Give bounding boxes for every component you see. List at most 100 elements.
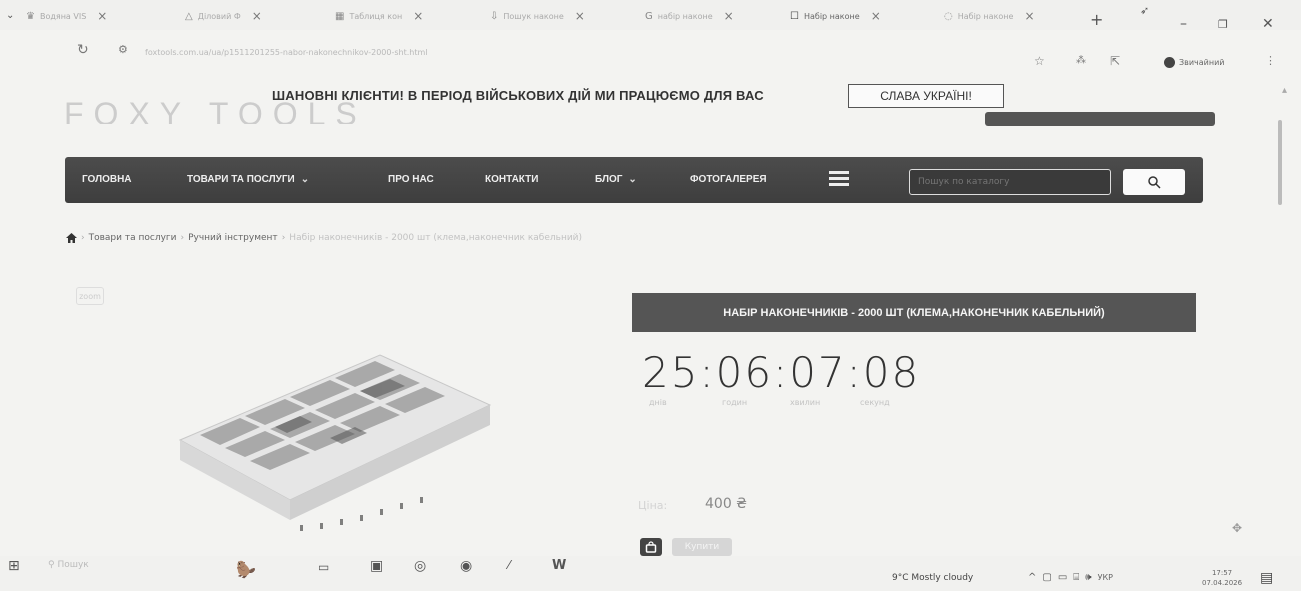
taskbar-search-label: Пошук <box>57 560 89 570</box>
weather-widget[interactable]: 9°C Mostly cloudy <box>892 573 973 583</box>
page-icon: ☐ <box>790 10 799 22</box>
browser-tab-bar: ⌄ ♛ Водяна VIS × △ Діловий Ф × ▦ Таблиця… <box>0 0 1301 32</box>
browser-tab[interactable]: G набір наконе × <box>645 6 734 26</box>
word-icon[interactable]: W <box>552 558 566 573</box>
countdown-label-hours: годин <box>722 398 748 407</box>
product-image[interactable] <box>160 345 500 535</box>
chevron-down-icon: ⌄ <box>300 174 310 185</box>
notification-icon[interactable]: ▤ <box>1260 570 1273 586</box>
header-decor-bar <box>985 112 1215 126</box>
tab-close-button[interactable]: × <box>871 9 881 23</box>
tab-close-button[interactable]: × <box>1024 9 1034 23</box>
browser-tab[interactable]: ⇩ Пошук наконе × <box>490 6 585 26</box>
countdown-label-seconds: секунд <box>860 398 890 407</box>
tab-close-button[interactable]: × <box>724 9 734 23</box>
tab-close-button[interactable]: × <box>97 9 107 23</box>
nav-item-products[interactable]: ТОВАРИ ТА ПОСЛУГИ ⌄ <box>187 174 309 185</box>
google-icon: G <box>645 10 653 22</box>
extension-icon[interactable]: ⁂ <box>1076 55 1086 66</box>
bookmark-star-icon[interactable]: ☆ <box>1034 54 1045 68</box>
reload-icon[interactable]: ↻ <box>77 42 89 58</box>
address-bar: ↻ ⚙ foxtools.com.ua/ua/p1511201255-nabor… <box>0 34 1301 70</box>
nav-item-blog[interactable]: БЛОГ ⌄ <box>595 174 637 185</box>
chrome-icon[interactable]: ◎ <box>414 558 426 574</box>
browser-tab[interactable]: △ Діловий Ф × <box>185 6 262 26</box>
system-tray: ^ ▢ ▭ ⌸ 🕪 УКР <box>1028 572 1113 583</box>
windows-start-icon[interactable]: ⊞ <box>8 558 20 574</box>
tab-close-button[interactable]: × <box>252 9 262 23</box>
menu-dots-icon[interactable]: ⋮ <box>1265 54 1276 67</box>
nav-item-contacts[interactable]: КОНТАКТИ <box>485 174 538 185</box>
tab-close-button[interactable]: × <box>413 9 423 23</box>
close-window-icon[interactable]: ✕ <box>1262 16 1274 32</box>
taskbar: ⊞ ⚲ Пошук 🦫 ▭ ▣ ◎ ◉ ⁄ W 9°C Mostly cloud… <box>0 556 1301 591</box>
breadcrumb: › Товари та послуги › Ручний інструмент … <box>66 233 582 243</box>
url-field[interactable]: foxtools.com.ua/ua/p1511201255-nabor-nak… <box>145 48 428 57</box>
network-icon[interactable]: ⌸ <box>1073 572 1079 583</box>
site-info-icon[interactable]: ⚙ <box>118 43 128 56</box>
chrome-profile-icon[interactable]: ◉ <box>460 558 472 574</box>
countdown-label-days: днів <box>649 398 667 407</box>
app-icon[interactable]: ⁄ <box>508 558 510 572</box>
minimize-icon[interactable]: – <box>1180 16 1187 32</box>
nav-item-gallery[interactable]: ФОТОГАЛЕРЕЯ <box>690 174 767 185</box>
breadcrumb-separator: › <box>81 233 85 243</box>
browser-tab[interactable]: ▦ Таблиця кон × <box>335 6 423 26</box>
browser-tab[interactable]: ◌ Набір наконе × <box>944 6 1035 26</box>
chevron-up-icon[interactable]: ^ <box>1028 572 1036 583</box>
chat-icon[interactable]: ✥ <box>1232 521 1242 535</box>
profile-button[interactable]: Звичайний <box>1164 57 1225 68</box>
clock[interactable]: 17:57 07.04.2026 <box>1202 568 1242 588</box>
slava-ukraini-button[interactable]: СЛАВА УКРАЇНІ! <box>848 84 1004 108</box>
download-icon: ⇩ <box>490 10 499 22</box>
countdown-timer: 25:06:07:08 <box>642 348 921 397</box>
volume-icon[interactable]: 🕪 <box>1085 572 1091 583</box>
beaver-app-icon[interactable]: 🦫 <box>236 560 256 579</box>
cursor-icon: ➶ <box>1140 4 1150 17</box>
browser-tab-active[interactable]: ☐ Набір наконе × <box>790 6 881 26</box>
tab-label: Діловий Ф <box>197 11 241 21</box>
breadcrumb-current: Набір наконечників - 2000 шт (клема,нако… <box>289 233 583 243</box>
tab-close-button[interactable]: × <box>575 9 585 23</box>
tab-label: Набір наконе <box>957 11 1014 21</box>
file-explorer-icon[interactable]: ▣ <box>370 558 383 574</box>
main-nav: ГОЛОВНА ТОВАРИ ТА ПОСЛУГИ ⌄ ПРО НАС КОНТА… <box>65 157 1203 203</box>
cart-icon[interactable] <box>640 538 662 556</box>
zoom-icon[interactable]: zoom <box>76 287 104 305</box>
tab-label: набір наконе <box>657 11 713 21</box>
task-view-icon[interactable]: ▭ <box>318 560 329 574</box>
loading-icon: ◌ <box>944 10 953 22</box>
battery-icon[interactable]: ▭ <box>1058 572 1067 583</box>
site-logo[interactable]: FOXY TOOLS <box>64 96 367 124</box>
nav-label: БЛОГ <box>595 174 623 185</box>
home-icon[interactable] <box>66 233 77 243</box>
avatar-icon <box>1164 57 1175 68</box>
crown-icon: ♛ <box>26 10 35 22</box>
scrollbar-thumb[interactable] <box>1278 120 1282 205</box>
new-tab-button[interactable]: + <box>1090 10 1103 29</box>
breadcrumb-separator: › <box>180 233 185 243</box>
share-icon[interactable]: ⇱ <box>1110 54 1120 68</box>
search-button[interactable] <box>1123 169 1185 195</box>
bag-icon <box>645 541 657 553</box>
taskbar-search[interactable]: ⚲ Пошук <box>48 560 89 570</box>
chevron-down-icon: ⌄ <box>628 174 637 185</box>
search-icon <box>1148 176 1161 189</box>
tab-label: Таблиця кон <box>349 11 403 21</box>
language-indicator[interactable]: УКР <box>1098 573 1113 582</box>
nav-item-about[interactable]: ПРО НАС <box>388 174 434 185</box>
tablet-icon[interactable]: ▢ <box>1042 572 1051 583</box>
breadcrumb-item[interactable]: Товари та послуги <box>89 233 177 243</box>
nav-item-home[interactable]: ГОЛОВНА <box>82 174 132 185</box>
restore-icon[interactable]: ❐ <box>1218 18 1228 31</box>
drive-icon: △ <box>185 10 193 22</box>
tab-list-icon[interactable]: ⌄ <box>6 10 14 21</box>
tab-label: Водяна VIS <box>39 11 87 21</box>
buy-button[interactable]: Купити <box>672 538 732 556</box>
browser-tab[interactable]: ♛ Водяна VIS × <box>26 6 107 26</box>
breadcrumb-separator: › <box>281 233 286 243</box>
scroll-up-arrow-icon[interactable]: ▴ <box>1282 85 1287 96</box>
breadcrumb-item[interactable]: Ручний інструмент <box>188 233 278 243</box>
search-input[interactable] <box>909 169 1111 195</box>
hamburger-menu-icon[interactable] <box>829 171 849 187</box>
